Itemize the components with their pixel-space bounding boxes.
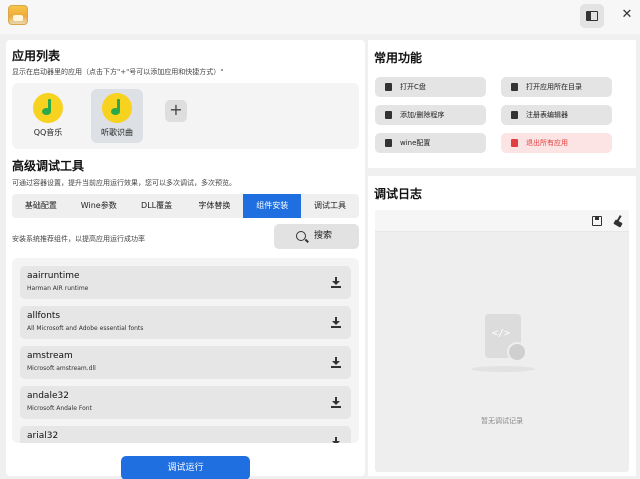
drive-icon (385, 83, 392, 91)
tab-wine-params[interactable]: Wine参数 (70, 194, 128, 218)
button-label: 退出所有应用 (526, 139, 568, 147)
tab-debug-tools[interactable]: 调试工具 (301, 194, 359, 218)
component-desc: Microsoft amstream.dll (27, 365, 96, 372)
button-label: 打开应用所在目录 (526, 83, 582, 91)
title-bar: ✕ (0, 0, 640, 34)
component-name: amstream (27, 351, 73, 361)
clear-log-icon[interactable] (613, 215, 623, 227)
clock-icon (507, 342, 527, 362)
component-name: andale32 (27, 391, 69, 401)
open-c-drive-button[interactable]: 打开C盘 (375, 77, 486, 97)
component-name: allfonts (27, 311, 61, 321)
debug-tabs: 基础配置 Wine参数 DLL覆盖 字体替换 组件安装 调试工具 (12, 194, 359, 218)
empty-state-illustration: </> (465, 314, 541, 374)
add-remove-programs-button[interactable]: 添加/删除程序 (375, 105, 486, 125)
package-icon (385, 111, 392, 119)
list-item[interactable]: aairruntime Harman AIR runtime (20, 266, 351, 299)
download-icon[interactable] (331, 317, 341, 328)
button-label: 打开C盘 (400, 83, 426, 91)
app-label: 听歌识曲 (101, 128, 133, 137)
sidebar-toggle-button[interactable] (580, 4, 604, 28)
tab-basic-config[interactable]: 基础配置 (12, 194, 70, 218)
app-list: QQ音乐 听歌识曲 + (12, 83, 359, 149)
wine-config-icon (385, 139, 392, 147)
app-list-subtitle: 显示在启动器里的应用（点击下方"+"号可以添加应用和快捷方式）" (12, 68, 224, 76)
download-icon[interactable] (331, 277, 341, 288)
component-list[interactable]: aairruntime Harman AIR runtime allfonts … (12, 258, 359, 443)
debug-log-area[interactable]: </> 暂无调试记录 (375, 210, 629, 472)
debug-tools-subtitle: 可通过容器设置，提升当前应用运行效果，您可以多次调试，多次预览。 (12, 179, 236, 187)
button-label: wine配置 (400, 139, 431, 147)
list-item[interactable]: allfonts All Microsoft and Adobe essenti… (20, 306, 351, 339)
app-tile-song-recognition[interactable]: 听歌识曲 (91, 89, 143, 143)
button-label: 添加/删除程序 (400, 111, 445, 119)
music-note-icon (102, 93, 132, 123)
music-note-icon (33, 93, 63, 123)
close-button[interactable]: ✕ (620, 8, 634, 22)
download-icon[interactable] (331, 357, 341, 368)
debug-log-panel: 调试日志 </> 暂无调试记录 (368, 176, 636, 476)
save-log-icon[interactable] (592, 216, 602, 226)
tab-font-replace[interactable]: 字体替换 (185, 194, 243, 218)
common-functions-panel: 常用功能 打开C盘 打开应用所在目录 添加/删除程序 注册表编辑器 wine配置… (368, 40, 636, 168)
debug-tools-title: 高级调试工具 (12, 159, 85, 173)
tab-dll-override[interactable]: DLL覆盖 (128, 194, 186, 218)
wine-config-button[interactable]: wine配置 (375, 133, 486, 153)
app-label: QQ音乐 (33, 128, 63, 137)
button-label: 注册表编辑器 (526, 111, 568, 119)
list-item[interactable]: amstream Microsoft amstream.dll (20, 346, 351, 379)
app-logo-icon (8, 5, 28, 25)
log-toolbar (375, 210, 629, 232)
debug-run-button[interactable]: 调试运行 (121, 456, 250, 479)
component-hint: 安装系统推荐组件，以提高应用运行成功率 (12, 235, 145, 243)
list-item[interactable]: andale32 Microsoft Andale Font (20, 386, 351, 419)
open-app-dir-button[interactable]: 打开应用所在目录 (501, 77, 612, 97)
common-functions-title: 常用功能 (374, 51, 423, 65)
left-panel: 应用列表 显示在启动器里的应用（点击下方"+"号可以添加应用和快捷方式）" QQ… (6, 40, 365, 479)
search-button[interactable]: 搜索 (274, 224, 359, 249)
component-name: arial32 (27, 431, 59, 441)
folder-icon (511, 83, 518, 91)
search-icon (296, 231, 306, 241)
tab-component-install[interactable]: 组件安装 (243, 194, 302, 218)
sidebar-toggle-icon (586, 11, 598, 21)
add-app-button[interactable]: + (165, 100, 187, 122)
component-desc: All Microsoft and Adobe essential fonts (27, 325, 144, 332)
debug-log-title: 调试日志 (374, 187, 423, 201)
search-label: 搜索 (314, 231, 333, 241)
code-icon: </> (492, 328, 511, 339)
list-item[interactable]: arial32 (20, 426, 351, 443)
download-icon[interactable] (331, 437, 341, 443)
component-desc: Microsoft Andale Font (27, 405, 92, 412)
registry-icon (511, 111, 518, 119)
download-icon[interactable] (331, 397, 341, 408)
registry-editor-button[interactable]: 注册表编辑器 (501, 105, 612, 125)
empty-log-text: 暂无调试记录 (481, 417, 523, 425)
app-list-title: 应用列表 (12, 49, 61, 63)
app-tile-qq-music[interactable]: QQ音乐 (22, 89, 74, 143)
component-name: aairruntime (27, 271, 80, 281)
component-desc: Harman AIR runtime (27, 285, 89, 292)
exit-icon (511, 139, 518, 147)
exit-all-apps-button[interactable]: 退出所有应用 (501, 133, 612, 153)
